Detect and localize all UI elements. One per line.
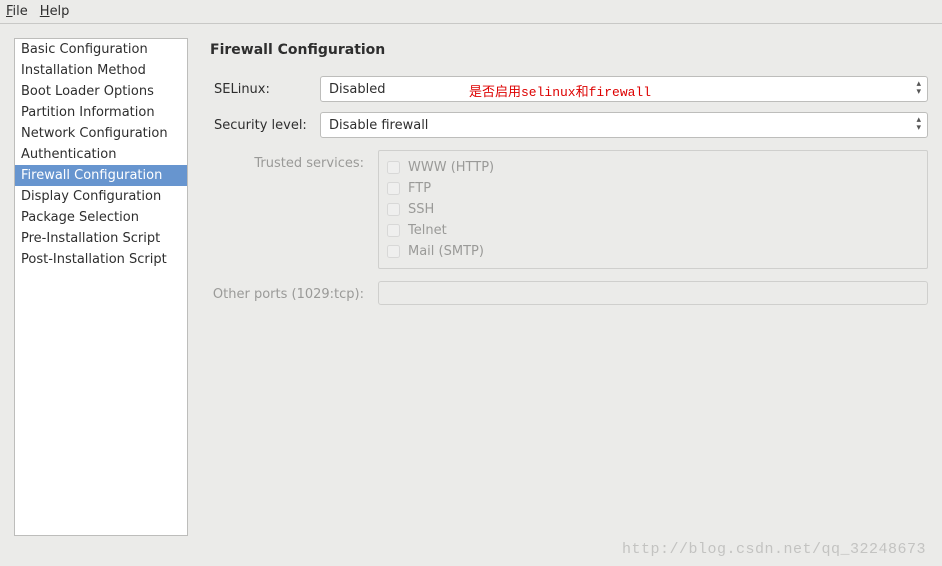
combo-security-value: Disable firewall (329, 118, 428, 133)
label-trusted-services: Trusted services: (210, 150, 378, 269)
row-trusted-services: Trusted services: WWW (HTTP) FTP SSH Tel… (210, 150, 928, 269)
watermark: http://blog.csdn.net/qq_32248673 (622, 541, 926, 558)
combo-security-level[interactable]: Disable firewall ▴▾ (320, 112, 928, 138)
label-selinux: SELinux: (210, 82, 320, 97)
menubar: File Help (0, 0, 942, 24)
checkbox-telnet (387, 224, 400, 237)
input-other-ports (378, 281, 928, 305)
main-container: Basic Configuration Installation Method … (0, 24, 942, 550)
disabled-section: Trusted services: WWW (HTTP) FTP SSH Tel… (210, 150, 928, 305)
checkbox-mail (387, 245, 400, 258)
checkbox-www (387, 161, 400, 174)
menu-help[interactable]: Help (40, 4, 70, 19)
label-other-ports: Other ports (1029:tcp): (210, 281, 378, 305)
sidebar-item-pre-installation-script[interactable]: Pre-Installation Script (15, 228, 187, 249)
sidebar-item-post-installation-script[interactable]: Post-Installation Script (15, 249, 187, 270)
sidebar-item-network-configuration[interactable]: Network Configuration (15, 123, 187, 144)
row-other-ports: Other ports (1029:tcp): (210, 281, 928, 305)
checkbox-ssh (387, 203, 400, 216)
sidebar-item-display-configuration[interactable]: Display Configuration (15, 186, 187, 207)
chevron-updown-icon: ▴▾ (916, 116, 921, 132)
sidebar-item-authentication[interactable]: Authentication (15, 144, 187, 165)
sidebar-item-firewall-configuration[interactable]: Firewall Configuration (15, 165, 187, 186)
sidebar-item-installation-method[interactable]: Installation Method (15, 60, 187, 81)
sidebar: Basic Configuration Installation Method … (14, 38, 188, 536)
sidebar-item-basic-configuration[interactable]: Basic Configuration (15, 39, 187, 60)
row-security-level: Security level: Disable firewall ▴▾ (210, 112, 928, 138)
check-telnet: Telnet (387, 220, 919, 241)
trusted-services-box: WWW (HTTP) FTP SSH Telnet Mail (SMTP) (378, 150, 928, 269)
combo-selinux-value: Disabled (329, 82, 385, 97)
chevron-updown-icon: ▴▾ (916, 80, 921, 96)
check-www: WWW (HTTP) (387, 157, 919, 178)
sidebar-item-partition-information[interactable]: Partition Information (15, 102, 187, 123)
menu-file[interactable]: File (6, 4, 28, 19)
page-title: Firewall Configuration (210, 42, 928, 58)
checkbox-ftp (387, 182, 400, 195)
main-panel: Firewall Configuration SELinux: Disabled… (210, 38, 928, 536)
check-ftp: FTP (387, 178, 919, 199)
sidebar-item-boot-loader-options[interactable]: Boot Loader Options (15, 81, 187, 102)
row-selinux: SELinux: Disabled 是否启用selinux和firewall ▴… (210, 76, 928, 102)
label-security-level: Security level: (210, 118, 320, 133)
check-ssh: SSH (387, 199, 919, 220)
combo-selinux[interactable]: Disabled 是否启用selinux和firewall ▴▾ (320, 76, 928, 102)
check-mail: Mail (SMTP) (387, 241, 919, 262)
annotation-text: 是否启用selinux和firewall (469, 77, 651, 103)
sidebar-item-package-selection[interactable]: Package Selection (15, 207, 187, 228)
